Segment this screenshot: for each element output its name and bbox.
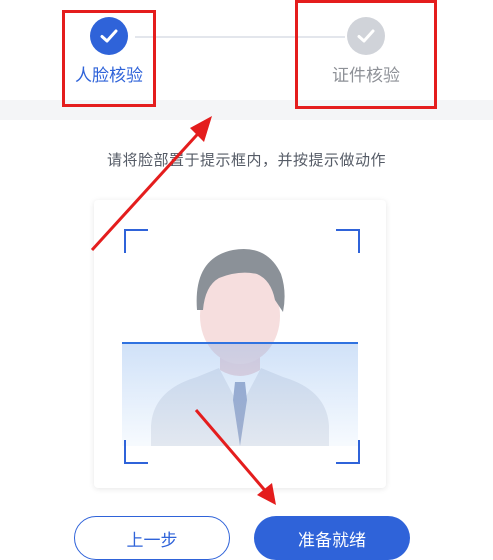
previous-step-button[interactable]: 上一步 (74, 516, 230, 560)
scan-highlight (122, 343, 358, 446)
scan-line (122, 342, 358, 344)
annotation-box-step2 (295, 0, 437, 109)
frame-corner-top-right (336, 229, 360, 253)
frame-corner-top-left (124, 229, 148, 253)
frame-corner-bottom-right (336, 440, 360, 464)
frame-corner-bottom-left (124, 440, 148, 464)
ready-button[interactable]: 准备就绪 (254, 516, 410, 560)
annotation-box-step1 (62, 10, 156, 107)
instruction-text: 请将脸部置于提示框内，并按提示做动作 (106, 151, 386, 169)
